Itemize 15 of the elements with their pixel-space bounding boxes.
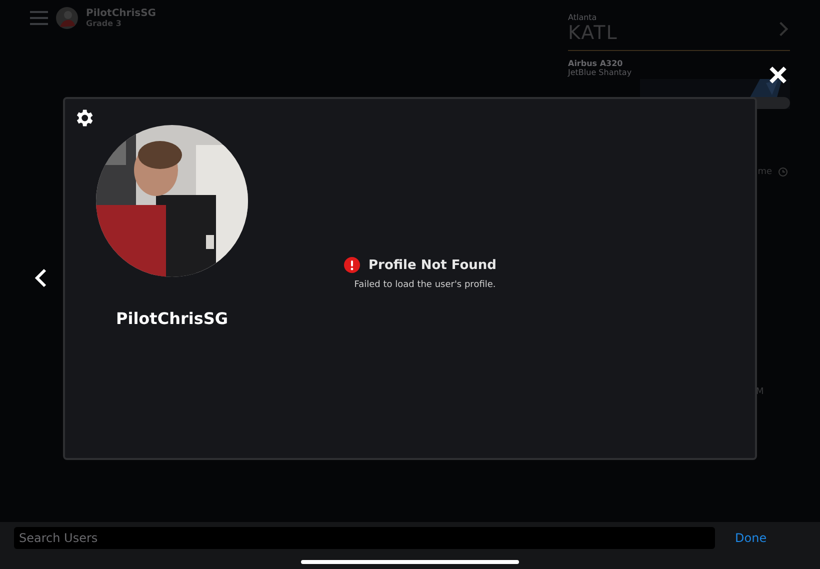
error-icon: [344, 257, 360, 273]
profile-username: PilotChrisSG: [116, 309, 228, 328]
close-icon[interactable]: [769, 66, 787, 84]
error-title: Profile Not Found: [368, 258, 496, 272]
grade-label: Grade 3: [86, 19, 122, 28]
username: PilotChrisSG: [86, 8, 156, 19]
clock-icon: [778, 167, 788, 177]
error-message: Failed to load the user's profile.: [354, 280, 496, 290]
avatar-icon: [56, 7, 78, 29]
livery-name: JetBlue Shantay: [568, 68, 633, 77]
done-button[interactable]: Done: [735, 527, 767, 549]
search-field[interactable]: Search Users: [14, 527, 715, 549]
back-chevron-icon[interactable]: [35, 268, 47, 288]
city-label: Atlanta: [568, 13, 598, 22]
aircraft-name: Airbus A320: [568, 59, 624, 68]
